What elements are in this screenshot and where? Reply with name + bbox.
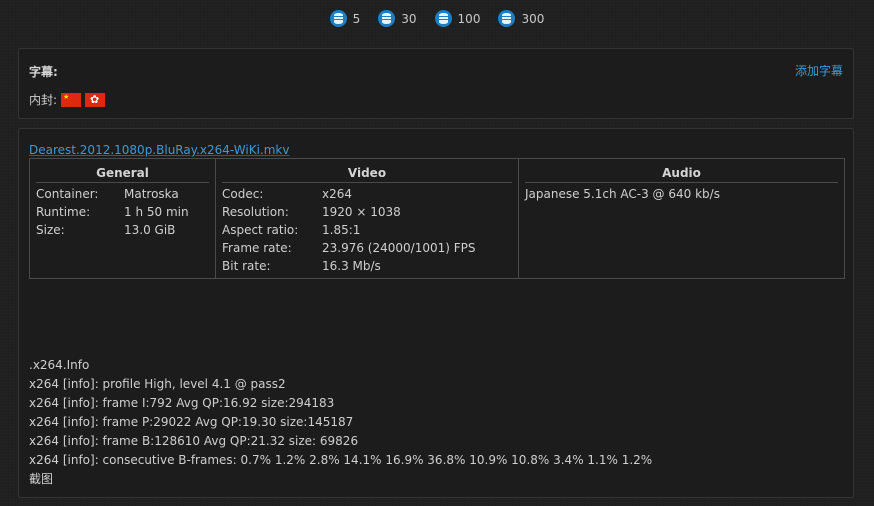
general-value: 1 h 50 min bbox=[124, 205, 189, 219]
video-header: Video bbox=[222, 166, 512, 183]
subtitles-title: 字幕: bbox=[29, 65, 58, 79]
audio-header: Audio bbox=[525, 166, 838, 183]
cn-flag-icon bbox=[61, 92, 82, 107]
log-line: x264 [info]: frame B:128610 Avg QP:21.32… bbox=[29, 434, 359, 448]
video-row: Resolution: 1920 × 1038 bbox=[222, 203, 518, 221]
general-column: General Container: Matroska Runtime: 1 h… bbox=[30, 159, 216, 278]
video-value: 16.3 Mb/s bbox=[322, 259, 381, 273]
log-line: x264 [info]: frame I:792 Avg QP:16.92 si… bbox=[29, 396, 335, 410]
video-key: Aspect ratio: bbox=[222, 223, 299, 237]
coin-button-100[interactable]: 100 bbox=[434, 10, 481, 27]
video-column: Video Codec: x264 Resolution: 1920 × 103… bbox=[216, 159, 519, 278]
video-row: Bit rate: 16.3 Mb/s bbox=[222, 257, 518, 275]
general-key: Runtime: bbox=[36, 205, 91, 219]
audio-row: Japanese 5.1ch AC-3 @ 640 kb/s bbox=[525, 185, 844, 203]
coin-stack-icon bbox=[434, 10, 452, 27]
general-row: Runtime: 1 h 50 min bbox=[36, 203, 215, 221]
coin-label: 300 bbox=[521, 11, 545, 26]
log-line: x264 [info]: consecutive B-frames: 0.7% … bbox=[29, 453, 653, 467]
audio-column: Audio Japanese 5.1ch AC-3 @ 640 kb/s bbox=[519, 159, 844, 278]
log-line: x264 [info]: profile High, level 4.1 @ p… bbox=[29, 377, 286, 391]
video-row: Codec: x264 bbox=[222, 185, 518, 203]
log-line: .x264.Info bbox=[29, 358, 90, 372]
video-key: Codec: bbox=[222, 187, 264, 201]
coin-stack-icon bbox=[329, 10, 347, 27]
x264-info-log: .x264.Info x264 [info]: profile High, le… bbox=[29, 356, 652, 489]
video-key: Resolution: bbox=[222, 205, 289, 219]
coin-reward-bar: 5 30 100 300 bbox=[0, 10, 874, 27]
video-value: 23.976 (24000/1001) FPS bbox=[322, 241, 476, 255]
media-filename-link[interactable]: Dearest.2012.1080p.BluRay.x264-WiKi.mkv bbox=[29, 143, 289, 157]
video-row: Frame rate: 23.976 (24000/1001) FPS bbox=[222, 239, 518, 257]
general-value: Matroska bbox=[124, 187, 179, 201]
subtitles-panel: 字幕: 添加字幕 内封: bbox=[18, 48, 854, 119]
audio-track: Japanese 5.1ch AC-3 @ 640 kb/s bbox=[525, 187, 720, 201]
general-value: 13.0 GiB bbox=[124, 223, 176, 237]
coin-stack-icon bbox=[378, 10, 396, 27]
coin-label: 30 bbox=[401, 11, 417, 26]
embedded-subtitles: 内封: bbox=[29, 91, 106, 108]
hk-flag-icon bbox=[85, 92, 106, 107]
video-key: Bit rate: bbox=[222, 259, 271, 273]
general-row: Size: 13.0 GiB bbox=[36, 221, 215, 239]
coin-label: 5 bbox=[352, 11, 361, 26]
log-line: x264 [info]: frame P:29022 Avg QP:19.30 … bbox=[29, 415, 354, 429]
general-key: Size: bbox=[36, 223, 65, 237]
mediainfo-panel: Dearest.2012.1080p.BluRay.x264-WiKi.mkv … bbox=[18, 128, 854, 498]
coin-label: 100 bbox=[457, 11, 481, 26]
general-row: Container: Matroska bbox=[36, 185, 215, 203]
video-value: 1.85:1 bbox=[322, 223, 361, 237]
add-subtitle-link[interactable]: 添加字幕 bbox=[795, 62, 843, 79]
video-row: Aspect ratio: 1.85:1 bbox=[222, 221, 518, 239]
coin-button-30[interactable]: 30 bbox=[378, 10, 417, 27]
video-value: x264 bbox=[322, 187, 353, 201]
screenshot-label: 截图 bbox=[29, 472, 54, 486]
coin-button-300[interactable]: 300 bbox=[498, 10, 544, 27]
video-value: 1920 × 1038 bbox=[322, 205, 401, 219]
embedded-label: 内封: bbox=[29, 93, 58, 107]
mediainfo-table: General Container: Matroska Runtime: 1 h… bbox=[29, 158, 845, 279]
coin-button-5[interactable]: 5 bbox=[329, 10, 361, 27]
coin-stack-icon bbox=[498, 10, 516, 27]
video-key: Frame rate: bbox=[222, 241, 292, 255]
general-key: Container: bbox=[36, 187, 99, 201]
general-header: General bbox=[36, 166, 209, 183]
